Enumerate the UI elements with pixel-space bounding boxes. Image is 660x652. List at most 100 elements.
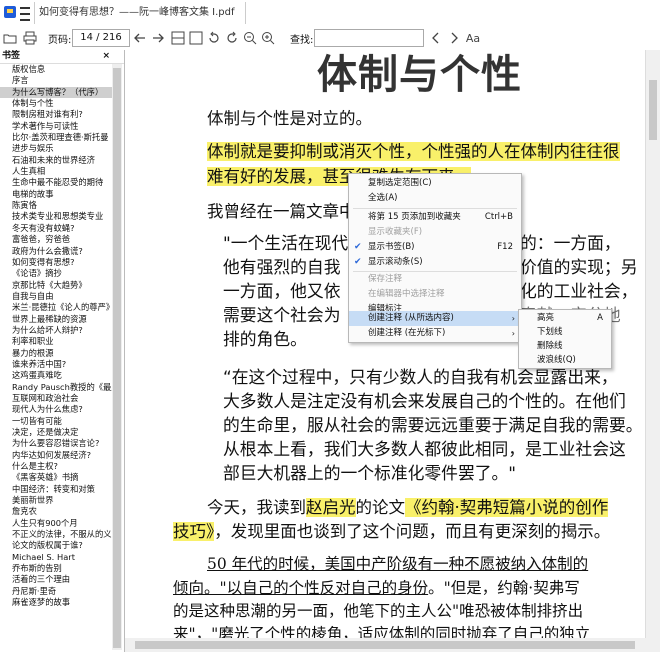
bookmark-item[interactable]: 京那比特《大趋势》 (0, 280, 112, 291)
bookmark-item[interactable]: 《黑客英雄》书摘 (0, 472, 112, 483)
bookmark-item[interactable]: 体制与个性 (0, 98, 112, 109)
bookmark-item[interactable]: 这鸡蛋真难吃 (0, 370, 112, 381)
bookmark-item[interactable]: 互联网和政治社会 (0, 393, 112, 404)
quote1-line3-tail: 化的工业社会， (520, 281, 638, 301)
quote2-line2: 大多数人是注定没有机会来发展自己的个性的。在他们 (223, 391, 626, 411)
bookmark-item[interactable]: 谁来养活中国? (0, 359, 112, 370)
bookmark-item[interactable]: 米兰·昆德拉《论人的尊严》 (0, 302, 112, 313)
bookmark-item[interactable]: 学术著作与可读性 (0, 121, 112, 132)
submenu-item-squiggly[interactable]: 波浪线(Q) (519, 353, 611, 367)
back-arrow-icon[interactable] (132, 30, 148, 46)
menu-item-select-all[interactable]: 全选(A) (349, 191, 521, 206)
bookmarks-title: 书签 (2, 51, 21, 61)
bookmark-item[interactable]: Randy Pausch教授的《最后一课》 (0, 382, 112, 393)
paragraph-5-line3: 的是这种思潮的另一面，他笔下的主人公"唯恐被体制排挤出 (173, 602, 584, 620)
bookmark-item[interactable]: 丹尼斯·里奇 (0, 586, 112, 597)
bookmark-item[interactable]: 现代人为什么焦虑? (0, 404, 112, 415)
paragraph-3: 我曾经在一篇文章中 (207, 202, 356, 221)
document-tab[interactable]: 如何变得有思想？——阮一峰博客文集 Ⅰ.pdf (34, 2, 246, 24)
find-input[interactable] (314, 29, 424, 47)
bookmark-item[interactable]: 版权信息 (0, 64, 112, 75)
menu-item-create-annotation-under-cursor[interactable]: 创建注释 (在光标下) › (349, 326, 521, 341)
bookmark-item[interactable]: 乔布斯的告别 (0, 563, 112, 574)
bookmark-item[interactable]: 利率和职业 (0, 336, 112, 347)
paragraph-4-line2: 技巧》，发现里面也谈到了这个问题，而且有更深刻的揭示。 (173, 522, 611, 541)
menu-item-show-bookmarks[interactable]: ✔ 显示书签(B) F12 (349, 240, 521, 255)
menu-item-copy-selection[interactable]: 复制选定范围(C) (349, 176, 521, 191)
bookmark-item[interactable]: 序言 (0, 75, 112, 86)
vertical-scrollbar[interactable] (645, 50, 660, 640)
hamburger-menu-icon[interactable] (20, 7, 30, 21)
bookmark-item[interactable]: 电梯的故事 (0, 189, 112, 200)
submenu-item-strikeout[interactable]: 删除线 (519, 339, 611, 353)
submenu-item-highlight[interactable]: 高亮 A (519, 311, 611, 325)
bookmark-item[interactable]: 不正义的法律，不服从的义务 (0, 529, 112, 540)
quote1-line2-tail: 价值的实现；另 (520, 257, 638, 277)
bookmark-item[interactable]: 陈寅恪 (0, 200, 112, 211)
open-folder-icon[interactable] (2, 30, 18, 46)
bookmark-item[interactable]: 人生真相 (0, 166, 112, 177)
bookmark-item[interactable]: 进步与娱乐 (0, 143, 112, 154)
menu-separator (353, 208, 517, 209)
sidebar-scrollbar[interactable] (112, 64, 122, 650)
bookmark-item[interactable]: 世界上最稀缺的资源 (0, 314, 112, 325)
bookmark-item[interactable]: 内华达如何发展经济? (0, 450, 112, 461)
bookmark-item[interactable]: 限制房租对谁有利? (0, 109, 112, 120)
vertical-scroll-thumb[interactable] (649, 80, 657, 140)
bookmark-item[interactable]: 政府为什么会撒谎? (0, 246, 112, 257)
bookmarks-panel: 书签 × 版权信息 序言 为什么写博客？（代序） 体制与个性 限制房租对谁有利? 学术著作… (0, 50, 125, 652)
page-number-input[interactable]: 14 / 216 (72, 29, 130, 47)
bookmark-item[interactable]: 冬天有没有蚊蝇? (0, 223, 112, 234)
bookmark-item[interactable]: 技术类专业和思想类专业 (0, 211, 112, 222)
bookmark-item[interactable]: 决定，还是做决定 (0, 427, 112, 438)
horizontal-scroll-thumb[interactable] (135, 641, 635, 649)
checkmark-icon: ✔ (354, 257, 362, 267)
annotation-submenu: 高亮 A 下划线 删除线 波浪线(Q) (518, 309, 612, 369)
menu-item-create-annotation-from-selection[interactable]: 创建注释 (从所选内容) › (349, 311, 521, 326)
horizontal-scrollbar[interactable] (125, 638, 660, 652)
bookmark-item[interactable]: 自我与自由 (0, 291, 112, 302)
bookmark-item[interactable]: 富爸爸，穷爸爸 (0, 234, 112, 245)
submenu-item-underline[interactable]: 下划线 (519, 325, 611, 339)
close-icon[interactable]: × (102, 50, 110, 63)
sidebar-scroll-thumb[interactable] (113, 68, 121, 648)
bookmark-item[interactable]: 为什么要容忍错误言论? (0, 438, 112, 449)
bookmark-item[interactable]: 中国经济：转变和对策 (0, 484, 112, 495)
highlight-title-1: 《约翰·契弗短篇小说的创作 (405, 498, 609, 517)
bookmark-item[interactable]: 活着的三个理由 (0, 574, 112, 585)
bookmark-item[interactable]: 一切皆有可能 (0, 416, 112, 427)
bookmark-item[interactable]: 如何变得有思想? (0, 257, 112, 268)
bookmark-item[interactable]: 美丽新世界 (0, 495, 112, 506)
bookmark-item[interactable]: 什么是主权? (0, 461, 112, 472)
bookmark-item[interactable]: 为什么写博客？（代序） (0, 86, 112, 99)
rotate-left-icon[interactable] (206, 30, 222, 46)
find-next-icon[interactable] (446, 30, 462, 46)
bookmark-item[interactable]: 《论语》摘抄 (0, 268, 112, 279)
rotate-right-icon[interactable] (224, 30, 240, 46)
bookmark-item[interactable]: 石油和未来的世界经济 (0, 155, 112, 166)
bookmark-item[interactable]: 为什么给坏人辩护? (0, 325, 112, 336)
zoom-in-icon[interactable] (260, 30, 276, 46)
quote2-line1: “在这个过程中，只有少数人的自我有机会显露出来， (223, 367, 618, 387)
menu-item-show-scrollbars[interactable]: ✔ 显示滚动条(S) (349, 255, 521, 270)
bookmark-item[interactable]: 生命中最不能忍受的期待 (0, 177, 112, 188)
zoom-out-icon[interactable] (242, 30, 258, 46)
print-icon[interactable] (22, 30, 38, 46)
bookmark-item[interactable]: 暴力的根源 (0, 348, 112, 359)
checkmark-icon: ✔ (354, 242, 362, 252)
bookmark-item[interactable]: 麻雀逐梦的故事 (0, 597, 112, 608)
bookmark-item[interactable]: 比尔·盖茨和理查德·斯托曼 (0, 132, 112, 143)
menu-item-add-favorite[interactable]: 将第 15 页添加到收藏夹 Ctrl+B (349, 210, 521, 225)
bookmark-item[interactable]: 人生只有900个月 (0, 518, 112, 529)
bookmark-item[interactable]: 论文的版权属于谁? (0, 540, 112, 551)
paragraph-1: 体制与个性是对立的。 (207, 109, 372, 128)
bookmarks-header: 书签 × (0, 50, 124, 64)
forward-arrow-icon[interactable] (150, 30, 166, 46)
match-case-icon[interactable]: Aa (464, 30, 482, 46)
bookmark-item[interactable]: Michael S. Hart (0, 552, 112, 563)
bookmark-item[interactable]: 詹克农 (0, 506, 112, 517)
find-previous-icon[interactable] (428, 30, 444, 46)
fit-page-icon[interactable] (170, 30, 186, 46)
highlight-title-2: 技巧》 (173, 522, 215, 541)
fit-width-icon[interactable] (188, 30, 204, 46)
